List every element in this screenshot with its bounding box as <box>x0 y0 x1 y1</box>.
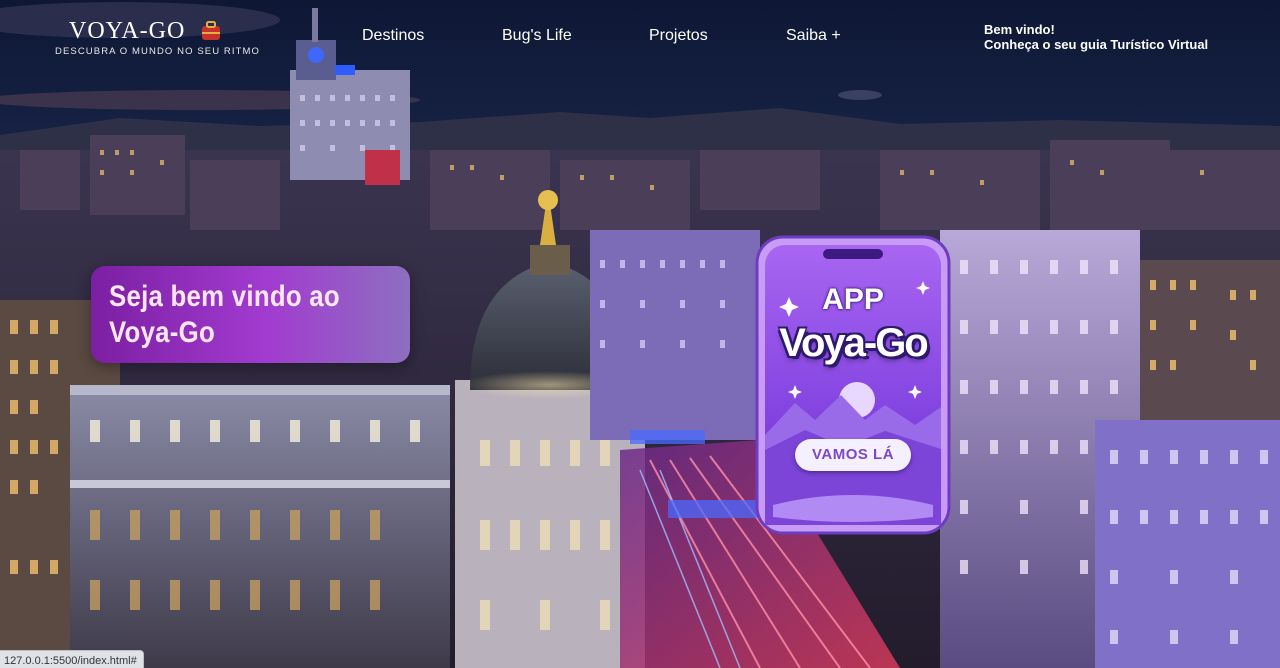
vamos-la-button-label: VAMOS LÁ <box>811 446 895 463</box>
welcome-greeting: Bem vindo! <box>984 22 1055 37</box>
nav-item-saiba-mais[interactable]: Saiba + <box>786 27 841 45</box>
app-brand-title: Voya-Go <box>779 321 929 365</box>
app-label: APP <box>822 283 884 316</box>
nav-item-bugs-life[interactable]: Bug's Life <box>502 27 572 45</box>
app-promo-card[interactable]: APP Voya-Go VAMOS LÁ <box>755 235 951 535</box>
vamos-la-button[interactable]: VAMOS LÁ <box>795 439 911 471</box>
phone-frame-image <box>755 235 951 535</box>
nav-item-projetos[interactable]: Projetos <box>649 27 708 45</box>
nav-item-destinos[interactable]: Destinos <box>362 27 424 45</box>
welcome-message: Bem vindo! Conheça o seu guia Turístico … <box>984 22 1208 52</box>
status-url: 127.0.0.1:5500/index.html# <box>4 655 137 667</box>
hero-banner: Seja bem vindo ao Voya-Go <box>91 266 410 363</box>
browser-status-bar: 127.0.0.1:5500/index.html# <box>0 650 144 668</box>
page: VOYA-GO DESCUBRA O MUNDO NO SEU RITMO De… <box>0 0 1280 668</box>
main-nav: Destinos Bug's Life Projetos Saiba + <box>0 27 900 51</box>
hero-title-line-2: Voya-Go <box>109 316 215 349</box>
site-header: VOYA-GO DESCUBRA O MUNDO NO SEU RITMO De… <box>0 0 1280 80</box>
hero-title-line-1: Seja bem vindo ao <box>109 280 340 313</box>
welcome-subtitle: Conheça o seu guia Turístico Virtual <box>984 37 1209 52</box>
